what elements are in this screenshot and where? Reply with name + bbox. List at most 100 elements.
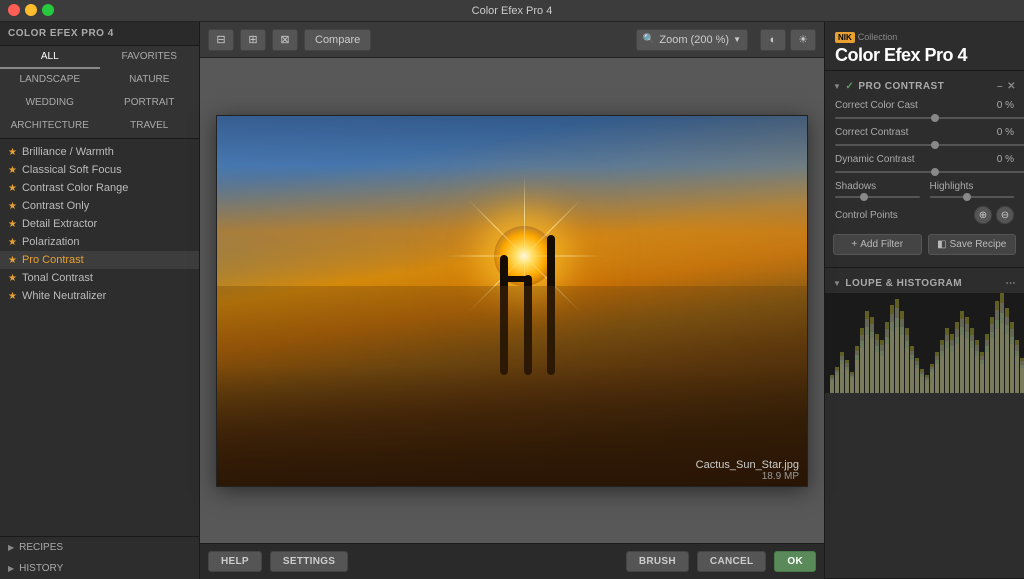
filter-contrast-color-range[interactable]: ★ Contrast Color Range (0, 179, 199, 197)
histogram-bar (895, 299, 899, 393)
ok-button[interactable]: OK (774, 551, 816, 572)
shadows-highlights: Shadows Highlights (825, 177, 1024, 202)
filter-brilliance-warmth[interactable]: ★ Brilliance / Warmth (0, 143, 199, 161)
filter-classical-soft-focus[interactable]: ★ Classical Soft Focus (0, 161, 199, 179)
chevron-icon: ▼ (833, 82, 841, 91)
view-icons: ◐ ☀ (760, 29, 816, 51)
histogram-bar (880, 340, 884, 393)
correct-contrast-value: 0 % (989, 127, 1014, 138)
collapse-button[interactable]: – (997, 81, 1003, 92)
histogram-bar (845, 360, 849, 393)
dynamic-contrast-slider[interactable] (835, 171, 1024, 173)
control-points-add-negative[interactable]: ⊖ (996, 206, 1014, 224)
photo-frame: Cactus_Sun_Star.jpg 18.9 MP (216, 115, 808, 487)
correct-color-cast-slider[interactable] (835, 117, 1024, 119)
dynamic-contrast-row: Dynamic Contrast 0 % (825, 150, 1024, 169)
histogram-bar (990, 317, 994, 393)
histogram-bar (915, 358, 919, 393)
app-brand: NIK Collection (835, 32, 1014, 43)
tab-nature[interactable]: NATURE (100, 69, 200, 92)
help-button[interactable]: HELP (208, 551, 262, 572)
dynamic-contrast-value: 0 % (989, 154, 1014, 165)
close-button[interactable] (8, 4, 20, 16)
histogram-bar (1000, 293, 1004, 393)
brush-button[interactable]: BRUSH (626, 551, 689, 572)
app-name: Color Efex Pro 4 (835, 45, 1014, 66)
history-panel[interactable]: ▶ HISTORY (0, 558, 199, 579)
preview-area: Cactus_Sun_Star.jpg 18.9 MP (200, 58, 824, 543)
control-points-label: Control Points (835, 210, 970, 221)
histogram-bar (850, 372, 854, 393)
histogram-bar (885, 322, 889, 393)
histogram-bar (1015, 340, 1019, 393)
tab-architecture[interactable]: ARCHITECTURE (0, 115, 100, 138)
histogram-bar (970, 328, 974, 393)
tab-travel[interactable]: TRAVEL (100, 115, 200, 138)
histogram-bar (855, 346, 859, 393)
correct-color-cast-row: Correct Color Cast 0 % (825, 96, 1024, 115)
add-filter-label: Add Filter (860, 239, 903, 250)
zoom-control[interactable]: 🔍 Zoom (200 %) ▼ (636, 29, 748, 51)
correct-contrast-slider[interactable] (835, 144, 1024, 146)
slider-thumb (860, 193, 868, 201)
view-toggle-button[interactable]: ◐ (760, 29, 786, 51)
pro-contrast-section: ▼ ✓ PRO CONTRAST – ✕ Correct Color Cast … (825, 71, 1024, 268)
window-controls[interactable] (8, 4, 54, 16)
plus-icon: + (851, 239, 857, 250)
star-icon: ★ (8, 183, 17, 194)
shadows-slider[interactable] (835, 196, 920, 198)
histogram-bar (920, 369, 924, 393)
save-recipe-button[interactable]: ◧ Save Recipe (928, 234, 1017, 255)
settings-button[interactable]: SETTINGS (270, 551, 348, 572)
tab-landscape[interactable]: LANDSCAPE (0, 69, 100, 92)
loupe-options-button[interactable]: ⋯ (1006, 278, 1017, 289)
tab-favorites[interactable]: FAVORITES (100, 46, 200, 69)
window-title: Color Efex Pro 4 (472, 5, 553, 17)
cancel-button[interactable]: CANCEL (697, 551, 766, 572)
histogram-bar (900, 311, 904, 393)
histogram-bar (1010, 322, 1014, 393)
add-filter-button[interactable]: + Add Filter (833, 234, 922, 255)
recipes-panel[interactable]: ▶ RECIPES (0, 537, 199, 558)
tab-all[interactable]: ALL (0, 46, 100, 69)
compare-button[interactable]: Compare (304, 29, 371, 51)
center-area: ⊟ ⊞ ⊠ Compare 🔍 Zoom (200 %) ▼ ◐ ☀ (200, 22, 824, 579)
correct-color-cast-value: 0 % (989, 100, 1014, 111)
star-icon: ★ (8, 273, 17, 284)
toolbar: ⊟ ⊞ ⊠ Compare 🔍 Zoom (200 %) ▼ ◐ ☀ (200, 22, 824, 58)
slider-thumb (963, 193, 971, 201)
filter-contrast-only[interactable]: ★ Contrast Only (0, 197, 199, 215)
left-sidebar: COLOR EFEX PRO 4 ALL FAVORITES LANDSCAPE… (0, 22, 200, 579)
tab-wedding[interactable]: WEDDING (0, 92, 100, 115)
right-panel: NIK Collection Color Efex Pro 4 ▼ ✓ PRO … (824, 22, 1024, 579)
filter-detail-extractor[interactable]: ★ Detail Extractor (0, 215, 199, 233)
histogram-bar (865, 311, 869, 393)
close-button[interactable]: ✕ (1007, 81, 1016, 92)
pro-contrast-header[interactable]: ▼ ✓ PRO CONTRAST – ✕ (825, 77, 1024, 96)
title-bar: Color Efex Pro 4 (0, 0, 1024, 22)
minimize-button[interactable] (25, 4, 37, 16)
filter-white-neutralizer[interactable]: ★ White Neutralizer (0, 287, 199, 305)
control-points-row: Control Points ⊕ ⊖ (825, 202, 1024, 228)
histogram-bar (860, 328, 864, 393)
histogram-bar (910, 346, 914, 393)
layout-split-button[interactable]: ⊠ (272, 29, 298, 51)
filter-polarization[interactable]: ★ Polarization (0, 233, 199, 251)
histogram-bar (1020, 358, 1024, 393)
triangle-icon: ▶ (8, 543, 14, 552)
loupe-histogram-header[interactable]: ▼ LOUPE & HISTOGRAM ⋯ (825, 274, 1024, 293)
star-icon: ★ (8, 165, 17, 176)
brightness-button[interactable]: ☀ (790, 29, 816, 51)
filter-tonal-contrast[interactable]: ★ Tonal Contrast (0, 269, 199, 287)
histogram-bar (950, 334, 954, 393)
layout-single-button[interactable]: ⊞ (240, 29, 266, 51)
control-points-add-positive[interactable]: ⊕ (974, 206, 992, 224)
histogram-bar (940, 340, 944, 393)
panel-toggle-button[interactable]: ⊟ (208, 29, 234, 51)
highlights-slider[interactable] (930, 196, 1015, 198)
filter-pro-contrast[interactable]: ★ Pro Contrast (0, 251, 199, 269)
tab-portrait[interactable]: PORTRAIT (100, 92, 200, 115)
maximize-button[interactable] (42, 4, 54, 16)
star-icon: ★ (8, 147, 17, 158)
shadows-control: Shadows (835, 181, 920, 198)
